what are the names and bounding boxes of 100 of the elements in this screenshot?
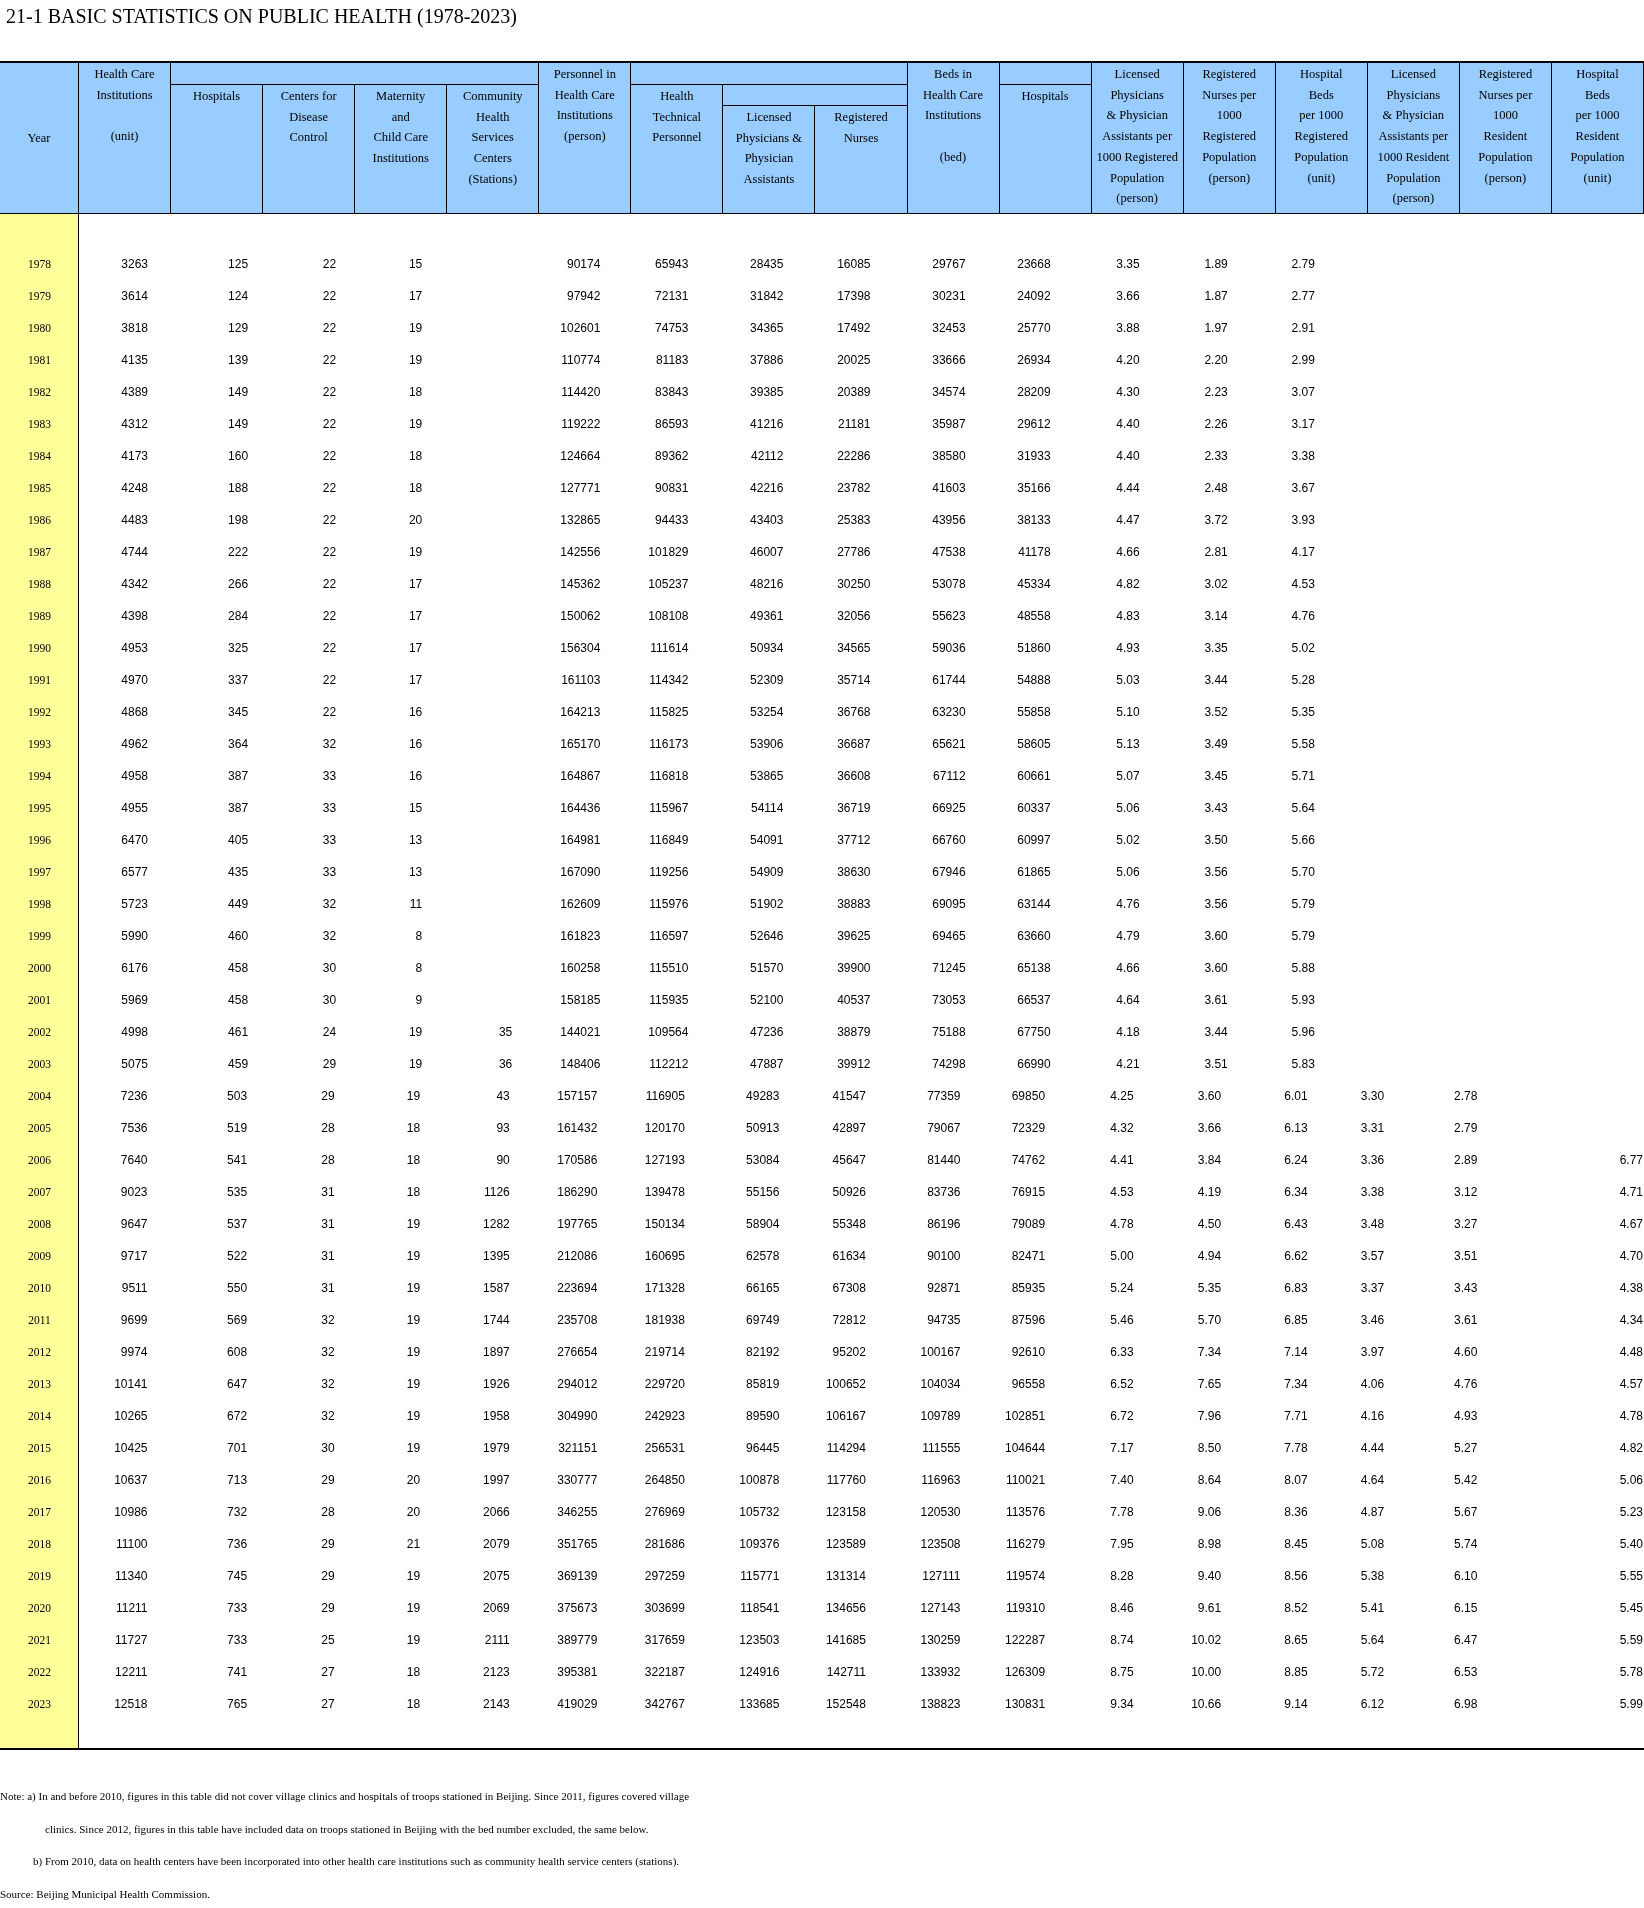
table-cell: 3.44 xyxy=(1204,1025,1228,1039)
table-cell: 81183 xyxy=(655,353,689,367)
year-cell: 1984 xyxy=(28,450,51,462)
table-cell: 4.40 xyxy=(1116,449,1140,463)
table-cell: 21 xyxy=(406,1537,421,1551)
column-header: Licensed Physicians & Physician Assistants xyxy=(723,106,816,213)
table-cell: 115825 xyxy=(649,705,689,719)
table-cell: 160695 xyxy=(644,1249,685,1263)
table-cell: 89590 xyxy=(746,1409,780,1423)
table-cell: 4.76 xyxy=(1454,1377,1478,1391)
table-cell: 87596 xyxy=(1011,1313,1046,1327)
table-cell: 19 xyxy=(408,1057,423,1071)
table-cell: 43956 xyxy=(932,513,966,527)
table-cell: 2.23 xyxy=(1204,385,1228,399)
table-cell: 119310 xyxy=(1005,1601,1046,1615)
year-cell: 2021 xyxy=(28,1634,51,1646)
table-cell: 5.78 xyxy=(1619,1665,1643,1679)
table-cell: 647 xyxy=(227,1377,248,1391)
table-cell: 4483 xyxy=(121,513,149,527)
table-cell: 5.79 xyxy=(1291,897,1315,911)
table-cell: 41216 xyxy=(750,417,784,431)
year-cell: 1994 xyxy=(28,770,51,782)
table-cell: 48558 xyxy=(1017,609,1051,623)
table-cell: 34565 xyxy=(837,641,871,655)
table-cell: 18 xyxy=(406,1665,421,1679)
table-cell: 32 xyxy=(322,929,337,943)
table-cell: 120170 xyxy=(644,1121,685,1135)
table-cell: 115771 xyxy=(740,1569,780,1583)
table-cell: 3614 xyxy=(121,289,149,303)
table-cell: 20 xyxy=(408,513,423,527)
table-cell: 7.34 xyxy=(1284,1377,1308,1391)
table-cell: 3.07 xyxy=(1291,385,1315,399)
table-cell: 53865 xyxy=(750,769,784,783)
table-cell: 3.02 xyxy=(1204,577,1228,591)
table-cell: 4.64 xyxy=(1116,993,1140,1007)
column-header: Registered Nurses per 1000 Registered Population (person) xyxy=(1183,63,1276,213)
year-cell: 2011 xyxy=(28,1314,51,1326)
table-cell: 139478 xyxy=(644,1185,685,1199)
table-cell: 5.08 xyxy=(1360,1537,1385,1551)
table-cell: 3.51 xyxy=(1204,1057,1228,1071)
table-cell: 5.59 xyxy=(1619,1633,1643,1647)
table-cell: 8 xyxy=(415,929,423,943)
table-cell: 75188 xyxy=(932,1025,966,1039)
table-cell: 186290 xyxy=(557,1185,598,1199)
table-cell: 304990 xyxy=(557,1409,598,1423)
table-cell: 12211 xyxy=(115,1665,148,1679)
table-cell: 9511 xyxy=(121,1281,148,1295)
table-cell: 55858 xyxy=(1017,705,1051,719)
table-cell: 9.40 xyxy=(1197,1569,1222,1583)
table-cell: 4.83 xyxy=(1116,609,1140,623)
table-cell: 55348 xyxy=(832,1217,866,1231)
table-cell: 29612 xyxy=(1017,417,1051,431)
table-cell: 29767 xyxy=(932,257,966,271)
table-cell: 5723 xyxy=(121,897,149,911)
table-cell: 66990 xyxy=(1017,1057,1051,1071)
table-cell: 3818 xyxy=(121,321,149,335)
table-cell: 17398 xyxy=(837,289,871,303)
table-cell: 161432 xyxy=(557,1121,598,1135)
table-cell: 3.38 xyxy=(1291,449,1315,463)
table-cell: 127193 xyxy=(644,1153,685,1167)
table-cell: 4.48 xyxy=(1619,1345,1643,1359)
table-cell: 4958 xyxy=(121,769,149,783)
year-cell: 1981 xyxy=(28,354,51,366)
table-cell: 134656 xyxy=(825,1601,866,1615)
table-cell: 36719 xyxy=(837,801,871,815)
table-cell: 111614 xyxy=(650,641,689,655)
column-header: Hospitals xyxy=(999,85,1092,213)
year-cell: 1978 xyxy=(28,258,51,270)
table-cell: 162609 xyxy=(560,897,601,911)
year-cell: 1980 xyxy=(28,322,51,334)
table-cell: 3.61 xyxy=(1454,1313,1478,1327)
table-cell: 69465 xyxy=(932,929,966,943)
table-cell: 96445 xyxy=(746,1441,780,1455)
table-cell: 116905 xyxy=(645,1089,685,1103)
table-cell: 16 xyxy=(408,769,423,783)
year-cell: 2016 xyxy=(28,1474,51,1486)
table-cell: 114342 xyxy=(649,673,689,687)
table-cell: 33 xyxy=(322,801,337,815)
table-cell: 90831 xyxy=(655,481,689,495)
table-cell: 117760 xyxy=(826,1473,866,1487)
table-cell: 27786 xyxy=(837,545,871,559)
table-cell: 10.02 xyxy=(1191,1633,1222,1647)
table-cell: 5.42 xyxy=(1454,1473,1478,1487)
table-cell: 3.50 xyxy=(1204,833,1228,847)
table-cell: 4.21 xyxy=(1116,1057,1140,1071)
table-cell: 8.45 xyxy=(1284,1537,1308,1551)
table-cell: 24 xyxy=(322,1025,337,1039)
table-cell: 3.38 xyxy=(1360,1185,1385,1199)
table-cell: 53078 xyxy=(932,577,966,591)
table-cell: 53906 xyxy=(750,737,784,751)
table-cell: 26934 xyxy=(1017,353,1051,367)
table-cell: 46007 xyxy=(750,545,784,559)
table-cell: 108108 xyxy=(648,609,689,623)
table-cell: 5.46 xyxy=(1110,1313,1134,1327)
table-cell: 5.35 xyxy=(1291,705,1315,719)
table-cell: 4.76 xyxy=(1116,897,1140,911)
table-cell: 102851 xyxy=(1005,1409,1046,1423)
table-cell: 1.87 xyxy=(1204,289,1228,303)
table-cell: 35987 xyxy=(932,417,966,431)
table-cell: 2.81 xyxy=(1204,545,1228,559)
